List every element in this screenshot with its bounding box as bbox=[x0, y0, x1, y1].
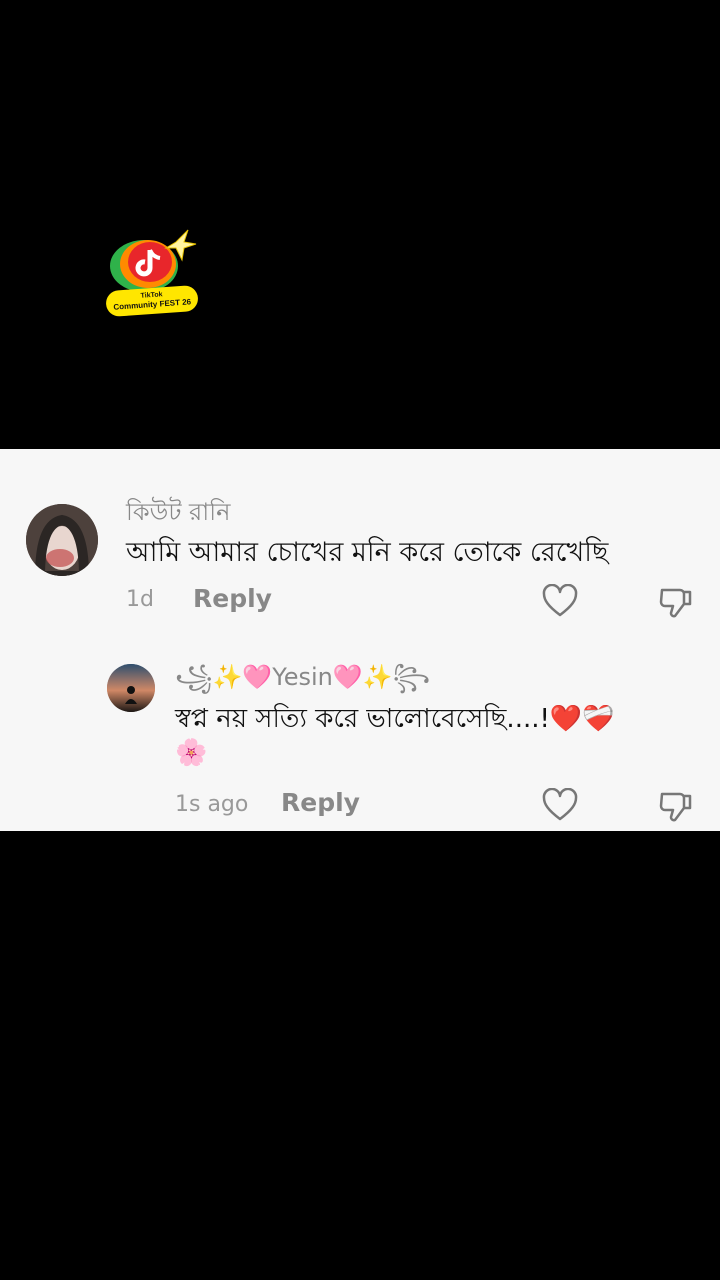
like-heart-icon[interactable] bbox=[542, 787, 578, 826]
comment-text: আমি আমার চোখের মনি করে তোকে রেখেছি bbox=[126, 537, 609, 568]
dislike-icon[interactable] bbox=[658, 584, 694, 624]
reply-button[interactable]: Reply bbox=[193, 584, 272, 613]
comment-username[interactable]: কিউট রানি bbox=[126, 494, 230, 534]
comment-text-line2: 🌸 bbox=[175, 738, 208, 768]
reply-button[interactable]: Reply bbox=[281, 788, 360, 817]
avatar[interactable] bbox=[26, 504, 98, 576]
comments-panel bbox=[0, 449, 720, 831]
dislike-icon[interactable] bbox=[658, 788, 694, 828]
avatar[interactable] bbox=[107, 664, 155, 712]
comment-text: স্বপ্ন নয় সত্যি করে ভালোবেসেছি....!❤️❤️… bbox=[175, 704, 615, 734]
tiktok-community-fest-logo: TikTok Community FEST 26 bbox=[104, 228, 200, 320]
comment-timestamp: 1s ago bbox=[175, 792, 249, 817]
like-heart-icon[interactable] bbox=[542, 583, 578, 622]
comment-timestamp: 1d bbox=[126, 587, 154, 612]
community-fest-badge: TikTok Community FEST 26 bbox=[105, 284, 199, 318]
